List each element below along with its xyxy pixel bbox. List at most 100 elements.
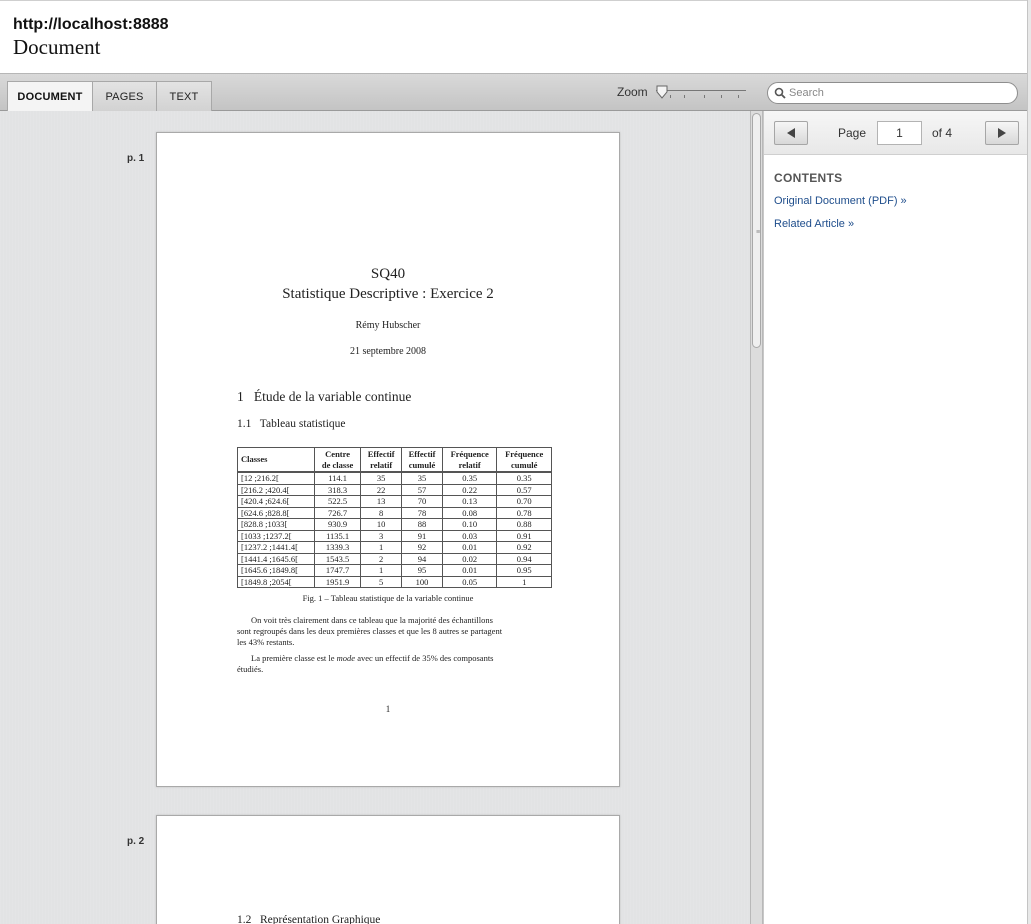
table-row: [1441.4 ;1645.6[1543.5 2 94 0.02 0.94 [237, 552, 552, 565]
table-cell: 0.01 [441, 564, 498, 577]
table-cell: 88 [401, 518, 443, 531]
table-cell: 930.9 [313, 518, 362, 531]
zoom-tick [721, 95, 722, 98]
table-cell: [624.6 ;828.8[ [237, 506, 315, 519]
table-cell: 92 [401, 541, 443, 554]
table-cell: [1033 ;1237.2[ [237, 529, 315, 542]
document-page: 1.2 Représentation Graphique [156, 815, 620, 924]
table-header: Centre de classe [313, 447, 362, 473]
search-box[interactable] [767, 82, 1018, 104]
doc-author: Rémy Hubscher [355, 320, 421, 331]
zoom-tick [704, 95, 705, 98]
table-cell: [1645.6 ;1849.8[ [237, 564, 315, 577]
table-cell: 0.94 [496, 552, 552, 565]
sidebar: Page of 4 CONTENTS Original Document (PD… [763, 111, 1031, 924]
document-page: SQ40 Statistique Descriptive : Exercice … [156, 132, 620, 787]
table-cell: 70 [401, 495, 443, 508]
tab-pages[interactable]: PAGES [92, 81, 157, 111]
subsection-heading: 1.1 Tableau statistique [237, 418, 346, 430]
table-cell: 0.35 [441, 471, 498, 485]
zoom-tick [684, 95, 685, 98]
document-viewer[interactable]: p. 1 SQ40 Statistique Descriptive : Exer… [0, 111, 750, 924]
paragraph-line: sont regroupés dans les deux premières c… [237, 626, 503, 636]
table-cell: 1747.7 [313, 564, 362, 577]
table-cell: 1135.1 [313, 529, 362, 542]
related-article-link[interactable]: Related Article » [774, 218, 854, 230]
table-cell: 10 [360, 518, 403, 531]
section-heading: 1 Étude de la variable continue [237, 389, 412, 404]
zoom-slider[interactable] [656, 85, 746, 100]
table-cell: 1 [496, 575, 552, 588]
page-label: p. 1 [127, 153, 145, 164]
paragraph-line: On voit très clairement dans ce tableau … [251, 615, 493, 625]
search-input[interactable] [789, 85, 1009, 101]
table-cell: 0.92 [496, 541, 552, 554]
table-cell: 3 [360, 529, 403, 542]
doc-subtitle: Statistique Descriptive : Exercice 2 [282, 286, 494, 302]
table-cell: 1 [360, 541, 403, 554]
table-row: [828.8 ;1033[930.9 10 88 0.10 0.88 [237, 518, 552, 531]
next-page-button[interactable] [985, 121, 1019, 145]
arrow-right-icon [998, 128, 1006, 138]
page-number-input[interactable] [877, 121, 922, 145]
table-cell: 91 [401, 529, 443, 542]
table-cell: [216.2 ;420.4[ [237, 483, 315, 496]
page-number: 1 [385, 704, 391, 714]
document-title: Document [13, 35, 101, 59]
table-row: [1033 ;1237.2[1135.1 3 91 0.03 0.91 [237, 529, 552, 542]
viewer-scrollbar[interactable]: ≡ [750, 111, 763, 924]
table-cell: 0.35 [496, 471, 552, 485]
table-cell: 0.78 [496, 506, 552, 519]
page-header: http://localhost:8888 Document [0, 0, 1031, 73]
page-label: Page [838, 126, 867, 140]
table-cell: 57 [401, 483, 443, 496]
table-cell: 1543.5 [313, 552, 362, 565]
paragraph-line: étudiés. [237, 664, 264, 674]
zoom-tick [670, 95, 671, 98]
table-cell: 1951.9 [313, 575, 362, 588]
zoom-slider-knob[interactable] [656, 85, 668, 99]
table-row: [420.4 ;624.6[522.5 13 70 0.13 0.70 [237, 495, 552, 508]
server-url: http://localhost:8888 [13, 16, 169, 33]
table-cell: 0.95 [496, 564, 552, 577]
table-header: Fréquence cumulé [496, 447, 552, 473]
page-navigator: Page of 4 [764, 111, 1031, 155]
table-cell: 35 [401, 471, 443, 485]
table-cell: [1441.4 ;1645.6[ [237, 552, 315, 565]
previous-page-button[interactable] [774, 121, 808, 145]
table-cell: 78 [401, 506, 443, 519]
table-cell: 1 [360, 564, 403, 577]
zoom-label: Zoom [617, 85, 648, 99]
table-cell: [828.8 ;1033[ [237, 518, 315, 531]
table-cell: [12 ;216.2[ [237, 471, 315, 485]
page-total: of 4 [932, 126, 953, 140]
table-cell: 522.5 [313, 495, 362, 508]
subsection-heading: 1.2 Représentation Graphique [237, 914, 381, 924]
table-row: [1849.8 ;2054[1951.9 5 100 0.05 1 [237, 575, 552, 588]
table-header: Fréquence relatif [441, 447, 498, 473]
table-cell: 35 [360, 471, 403, 485]
table-cell: 0.57 [496, 483, 552, 496]
scrollbar-thumb[interactable]: ≡ [752, 113, 761, 348]
table-cell: [1237.2 ;1441.4[ [237, 541, 315, 554]
table-cell: 0.02 [441, 552, 498, 565]
table-header: Classes [237, 447, 315, 473]
table-cell: 0.22 [441, 483, 498, 496]
table-header: Effectif relatif [360, 447, 403, 473]
tab-text[interactable]: TEXT [156, 81, 212, 111]
original-document-link[interactable]: Original Document (PDF) » [774, 195, 907, 207]
statistics-table: Classes Centre de classe Effectif relatif … [237, 447, 552, 588]
viewer-toolbar: DOCUMENT PAGES TEXT Zoom [0, 73, 1031, 111]
paragraph-line: La première classe est le mode avec un e… [251, 653, 494, 663]
tab-document[interactable]: DOCUMENT [7, 81, 93, 111]
table-cell: 8 [360, 506, 403, 519]
table-cell: 0.70 [496, 495, 552, 508]
table-cell: 0.88 [496, 518, 552, 531]
table-cell: 0.03 [441, 529, 498, 542]
table-cell: [420.4 ;624.6[ [237, 495, 315, 508]
doc-date: 21 septembre 2008 [349, 346, 427, 357]
table-row: [1237.2 ;1441.4[1339.3 1 92 0.01 0.92 [237, 541, 552, 554]
table-cell: 1339.3 [313, 541, 362, 554]
table-cell: 0.10 [441, 518, 498, 531]
table-cell: 318.3 [313, 483, 362, 496]
